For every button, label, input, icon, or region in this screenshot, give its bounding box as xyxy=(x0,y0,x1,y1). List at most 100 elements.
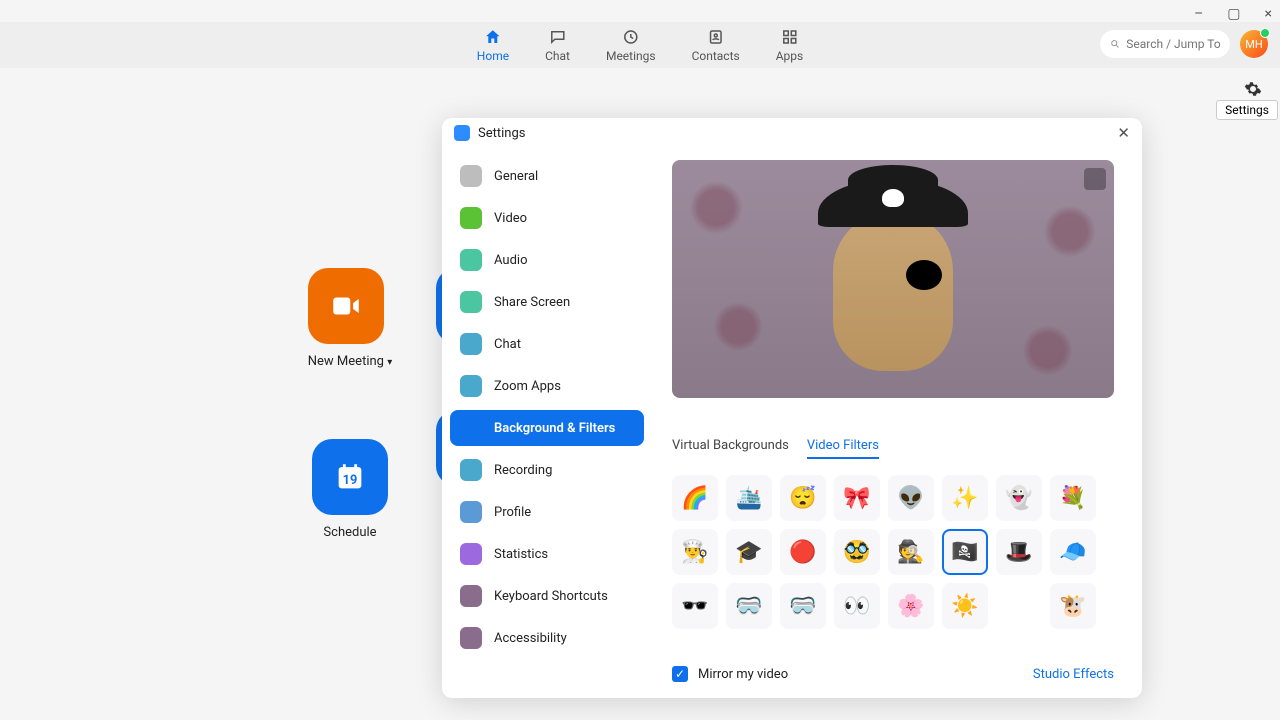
new-meeting-button[interactable] xyxy=(308,268,384,344)
filter-sparkle[interactable]: ✨ xyxy=(942,475,988,521)
grey-cap-icon: 🧢 xyxy=(1059,540,1086,565)
search-input[interactable] xyxy=(1126,37,1220,51)
gear-icon[interactable] xyxy=(1244,80,1262,98)
nav-label: Meetings xyxy=(606,49,656,63)
profile-icon xyxy=(460,501,482,523)
pirate-eyepatch-icon xyxy=(906,260,942,290)
filter-ghost[interactable]: 👻 xyxy=(996,475,1042,521)
filter-ski-goggles[interactable]: 🥽 xyxy=(780,583,826,629)
filter-red-beret[interactable]: 🔴 xyxy=(780,529,826,575)
top-nav: Home Chat Meetings Contacts Apps MH xyxy=(0,22,1280,68)
cow-icon: 🐮 xyxy=(1059,594,1086,619)
filter-red-bow[interactable]: 🎀 xyxy=(834,475,880,521)
settings-item-label: Accessibility xyxy=(494,631,567,646)
settings-item-label: Keyboard Shortcuts xyxy=(494,589,608,604)
apps-icon xyxy=(460,375,482,397)
black-hat-icon: 🎩 xyxy=(1005,540,1032,565)
clock-icon xyxy=(621,27,641,47)
settings-item-label: Share Screen xyxy=(494,295,570,310)
bgf-icon xyxy=(460,417,482,439)
settings-item-background-filters[interactable]: Background & Filters xyxy=(450,410,644,446)
nav-meetings[interactable]: Meetings xyxy=(606,27,656,63)
big-eyes-icon: 👀 xyxy=(843,594,870,619)
pirate-hat-icon xyxy=(818,179,968,249)
nav-chat[interactable]: Chat xyxy=(545,27,570,63)
settings-item-chat[interactable]: Chat xyxy=(450,326,644,362)
pirate-icon: 🏴‍☠️ xyxy=(951,540,978,565)
nav-home[interactable]: Home xyxy=(477,27,509,63)
settings-item-statistics[interactable]: Statistics xyxy=(450,536,644,572)
settings-item-label: Statistics xyxy=(494,547,548,562)
tab-video-filters[interactable]: Video Filters xyxy=(807,438,879,459)
mustache-glasses-icon: 🥸 xyxy=(843,540,870,565)
audio-icon xyxy=(460,249,482,271)
settings-item-video[interactable]: Video xyxy=(450,200,644,236)
nav-contacts[interactable]: Contacts xyxy=(692,27,740,63)
ski-goggles-icon: 🥽 xyxy=(789,594,816,619)
antennae-icon: 👽 xyxy=(897,486,924,511)
settings-item-label: Zoom Apps xyxy=(494,379,561,394)
settings-item-profile[interactable]: Profile xyxy=(450,494,644,530)
filter-pirate[interactable]: 🏴‍☠️ xyxy=(942,529,988,575)
rotate-camera-icon[interactable] xyxy=(1084,168,1106,190)
schedule-button[interactable]: 19 xyxy=(312,439,388,515)
red-bow-icon: 🎀 xyxy=(843,486,870,511)
close-window-button[interactable]: × xyxy=(1265,6,1272,22)
spy-hat-icon: 🕵️ xyxy=(897,540,924,565)
submarine-icon: 🛳️ xyxy=(735,486,762,511)
video-icon xyxy=(460,207,482,229)
studio-effects-link[interactable]: Studio Effects xyxy=(1033,667,1114,682)
settings-item-label: Chat xyxy=(494,337,521,352)
filter-submarine[interactable]: 🛳️ xyxy=(726,475,772,521)
minimize-button[interactable]: – xyxy=(1194,6,1203,22)
chef-hat-icon: 👨‍🍳 xyxy=(681,540,708,565)
tab-virtual-backgrounds[interactable]: Virtual Backgrounds xyxy=(672,438,789,459)
settings-item-recording[interactable]: Recording xyxy=(450,452,644,488)
schedule-label: Schedule xyxy=(312,525,388,540)
3d-glasses-icon: 🕶️ xyxy=(681,594,708,619)
filter-grey-cap[interactable]: 🧢 xyxy=(1050,529,1096,575)
filter-graduation[interactable]: 🎓 xyxy=(726,529,772,575)
filter-flower-hat[interactable]: 💐 xyxy=(1050,475,1096,521)
nav-label: Chat xyxy=(545,49,570,63)
nav-label: Apps xyxy=(776,49,804,63)
filter-big-eyes[interactable]: 👀 xyxy=(834,583,880,629)
color-swirl-icon: 🌈 xyxy=(681,486,708,511)
settings-item-accessibility[interactable]: Accessibility xyxy=(450,620,644,656)
settings-bottom-row: ✓ Mirror my video Studio Effects xyxy=(672,658,1114,686)
video-preview xyxy=(672,160,1114,398)
mirror-checkbox[interactable]: ✓ xyxy=(672,666,688,682)
settings-item-label: Background & Filters xyxy=(494,421,615,436)
settings-item-label: General xyxy=(494,169,538,184)
filter-cow[interactable]: 🐮 xyxy=(1050,583,1096,629)
filter-sun[interactable]: ☀️ xyxy=(942,583,988,629)
settings-item-share-screen[interactable]: Share Screen xyxy=(450,284,644,320)
filter-spy-hat[interactable]: 🕵️ xyxy=(888,529,934,575)
filter-color-swirl[interactable]: 🌈 xyxy=(672,475,718,521)
filter-sleepy-zzz[interactable]: 😴 xyxy=(780,475,826,521)
settings-sidebar: General Video Audio Share Screen Chat Zoom Ap… xyxy=(442,148,652,698)
filter-antennae[interactable]: 👽 xyxy=(888,475,934,521)
filter-flower-crown[interactable]: 🌸 xyxy=(888,583,934,629)
acc-icon xyxy=(460,627,482,649)
search-box[interactable] xyxy=(1100,30,1230,58)
avatar[interactable]: MH xyxy=(1240,30,1268,58)
settings-item-general[interactable]: General xyxy=(450,158,644,194)
filter-3d-glasses[interactable]: 🕶️ xyxy=(672,583,718,629)
new-meeting-group: New Meeting ▾ xyxy=(308,268,392,369)
filter-mustache-glasses[interactable]: 🥸 xyxy=(834,529,880,575)
sun-icon: ☀️ xyxy=(951,594,978,619)
filter-black-hat[interactable]: 🎩 xyxy=(996,529,1042,575)
schedule-group: 19 Schedule xyxy=(312,439,388,540)
chat-icon xyxy=(548,27,568,47)
settings-item-audio[interactable]: Audio xyxy=(450,242,644,278)
home-icon xyxy=(483,27,503,47)
settings-item-zoom-apps[interactable]: Zoom Apps xyxy=(450,368,644,404)
nav-apps[interactable]: Apps xyxy=(776,27,804,63)
settings-item-keyboard-shortcuts[interactable]: Keyboard Shortcuts xyxy=(450,578,644,614)
filter-vr-headset[interactable]: 🥽 xyxy=(726,583,772,629)
settings-item-label: Recording xyxy=(494,463,552,478)
maximize-button[interactable]: ▢ xyxy=(1227,6,1240,22)
filter-chef-hat[interactable]: 👨‍🍳 xyxy=(672,529,718,575)
close-icon[interactable]: ✕ xyxy=(1117,124,1130,142)
